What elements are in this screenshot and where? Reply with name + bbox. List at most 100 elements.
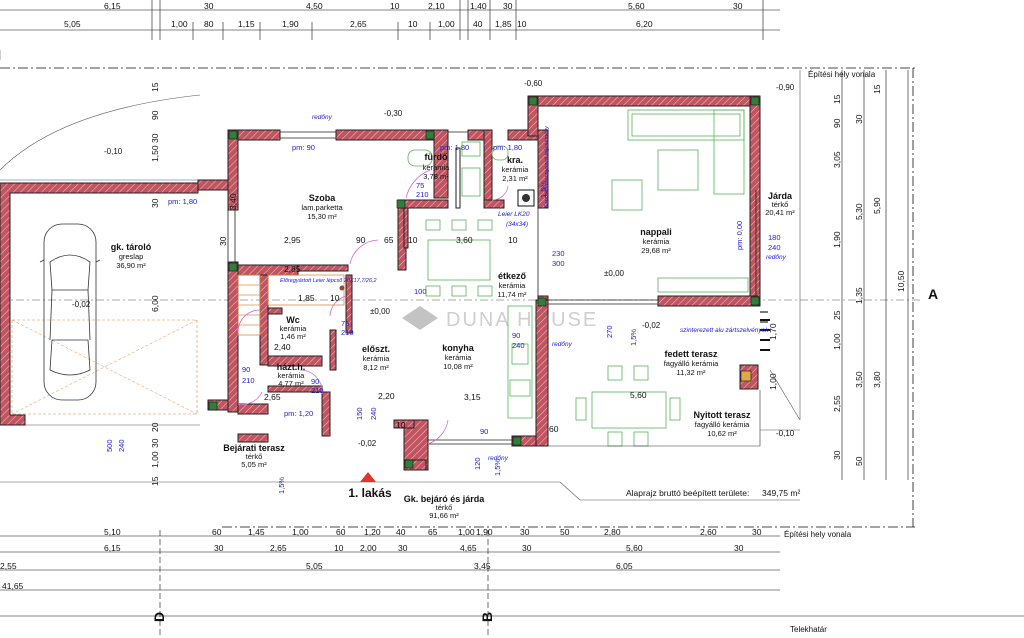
svg-text:Leier LK20: Leier LK20	[498, 211, 530, 218]
svg-text:redőny: redőny	[766, 254, 787, 261]
svg-text:3,50: 3,50	[854, 371, 864, 388]
svg-text:5,10: 5,10	[104, 527, 121, 537]
svg-text:11,32 m²: 11,32 m²	[676, 368, 706, 377]
svg-text:2,55: 2,55	[832, 395, 842, 412]
svg-text:fedett terasz: fedett terasz	[664, 349, 718, 359]
svg-text:1,5%: 1,5%	[629, 329, 638, 346]
svg-text:-0,10: -0,10	[776, 429, 795, 438]
svg-text:2,95: 2,95	[284, 235, 301, 245]
svg-text:2,65: 2,65	[264, 392, 281, 402]
svg-text:1,50: 1,50	[150, 145, 160, 162]
left-dims: 15 90 30 1,50 30 30 6,00 20 30 1,00 15	[150, 82, 228, 486]
svg-text:6,00: 6,00	[150, 295, 160, 312]
svg-text:240: 240	[512, 341, 525, 350]
svg-text:15: 15	[872, 84, 882, 94]
svg-text:1,00: 1,00	[768, 373, 778, 390]
svg-text:5,60: 5,60	[628, 1, 645, 11]
svg-text:Nyitott terasz: Nyitott terasz	[693, 410, 751, 420]
svg-text:-0,02: -0,02	[358, 439, 377, 448]
svg-text:1,00: 1,00	[292, 527, 309, 537]
svg-text:B: B	[479, 612, 495, 622]
bottom-dims-row2: 6,15 30 2,65 10 2,00 30 4,65 30 5,60 30	[104, 543, 744, 553]
svg-text:2,40: 2,40	[274, 342, 291, 352]
svg-text:210: 210	[341, 328, 354, 337]
svg-text:60: 60	[336, 527, 346, 537]
svg-text:3,15: 3,15	[464, 392, 481, 402]
svg-text:Előregyártott Leier lépcső 20X: Előregyártott Leier lépcső 20X17,7/26,2	[280, 278, 377, 284]
svg-text:30: 30	[832, 450, 842, 460]
svg-text:230: 230	[552, 249, 565, 258]
svg-text:5,30: 5,30	[854, 203, 864, 220]
unit-label: 1. lakás	[348, 486, 392, 500]
svg-text:1,90: 1,90	[832, 231, 842, 248]
svg-text:270: 270	[605, 325, 614, 338]
svg-text:kerámia: kerámia	[499, 281, 527, 290]
svg-text:-0,30: -0,30	[384, 109, 403, 118]
axis-a-marker: A	[928, 286, 938, 302]
room-garage: gk. tároló greslap 36,90 m²	[111, 242, 152, 270]
svg-text:75: 75	[341, 319, 349, 328]
svg-text:10,50: 10,50	[896, 270, 906, 292]
top-dims-row2: 5,05 1,00 80 1,15 1,90 2,65 10 1,00 40 1…	[64, 19, 653, 29]
svg-text:1,90: 1,90	[476, 527, 493, 537]
svg-text:pm: 1,80: pm: 1,80	[168, 197, 197, 206]
svg-text:10: 10	[517, 19, 527, 29]
svg-text:30: 30	[733, 1, 743, 11]
svg-text:120: 120	[473, 457, 482, 470]
svg-text:1,00: 1,00	[171, 19, 188, 29]
svg-text:10: 10	[408, 235, 418, 245]
svg-text:D: D	[151, 612, 167, 622]
svg-text:5,60: 5,60	[626, 543, 643, 553]
svg-text:2,80: 2,80	[604, 527, 621, 537]
svg-text:30: 30	[522, 543, 532, 553]
svg-text:1,40: 1,40	[470, 1, 487, 11]
svg-text:2,85: 2,85	[284, 264, 301, 274]
room-labels: Szoba lam.parketta 15,30 m² fürdő kerámi…	[111, 152, 796, 520]
svg-text:15: 15	[832, 94, 842, 104]
svg-text:5,90: 5,90	[872, 197, 882, 214]
lot-boundary-label: Telekhatár	[790, 625, 827, 634]
svg-text:90: 90	[512, 331, 520, 340]
svg-text:30: 30	[854, 114, 864, 124]
room-furdo: fürdő kerámia 3,78 m²	[423, 152, 451, 181]
svg-text:1,00: 1,00	[150, 451, 160, 468]
svg-text:40: 40	[396, 527, 406, 537]
svg-text:fürdő: fürdő	[425, 152, 448, 162]
svg-text:-0,10: -0,10	[104, 147, 123, 156]
svg-text:±0,00: ±0,00	[370, 307, 391, 316]
svg-text:1,90: 1,90	[282, 19, 299, 29]
svg-text:5,05 m²: 5,05 m²	[241, 460, 267, 469]
right-dims: 15 90 3,05 1,90 25 1,00 2,55 30 30 5,30 …	[832, 84, 906, 466]
svg-text:4,77 m²: 4,77 m²	[278, 379, 304, 388]
svg-text:DUNA HOUSE: DUNA HOUSE	[446, 309, 598, 331]
svg-text:2,20: 2,20	[378, 391, 395, 401]
svg-text:6,15: 6,15	[104, 543, 121, 553]
svg-text:pm: 1,80: pm: 1,80	[440, 143, 469, 152]
svg-text:3,60: 3,60	[456, 235, 473, 245]
svg-text:2,65: 2,65	[270, 543, 287, 553]
gross-area: Alaprajz bruttó beépített területe: 349,…	[626, 488, 800, 498]
svg-text:kerámia: kerámia	[363, 354, 391, 363]
svg-text:3,40: 3,40	[228, 193, 238, 210]
svg-text:Kandalló mennyezeti teljesítmé: Kandalló mennyezeti teljesítmény	[544, 125, 550, 208]
svg-text:greslap: greslap	[119, 252, 144, 261]
svg-text:10: 10	[334, 543, 344, 553]
svg-text:41,65: 41,65	[2, 581, 24, 591]
svg-text:előszt.: előszt.	[362, 344, 390, 354]
svg-text:A: A	[928, 286, 938, 302]
svg-text:30: 30	[520, 527, 530, 537]
svg-text:pm: 0,00: pm: 0,00	[735, 221, 744, 250]
svg-text:60: 60	[549, 424, 559, 434]
svg-text:1,00: 1,00	[438, 19, 455, 29]
svg-text:fagyálló kerámia: fagyálló kerámia	[695, 420, 750, 429]
svg-text:2,65: 2,65	[350, 19, 367, 29]
room-gk-bejaro: Gk. bejáró és járda térkő 91,66 m²	[404, 494, 486, 520]
svg-text:3,78 m²: 3,78 m²	[423, 172, 449, 181]
room-szoba: Szoba lam.parketta 15,30 m²	[301, 193, 343, 221]
svg-text:3,05: 3,05	[832, 151, 842, 168]
svg-text:10: 10	[396, 420, 406, 430]
svg-text:3,45: 3,45	[474, 561, 491, 571]
svg-text:90: 90	[832, 118, 842, 128]
svg-text:15: 15	[150, 476, 160, 486]
svg-text:29,68 m²: 29,68 m²	[641, 246, 671, 255]
